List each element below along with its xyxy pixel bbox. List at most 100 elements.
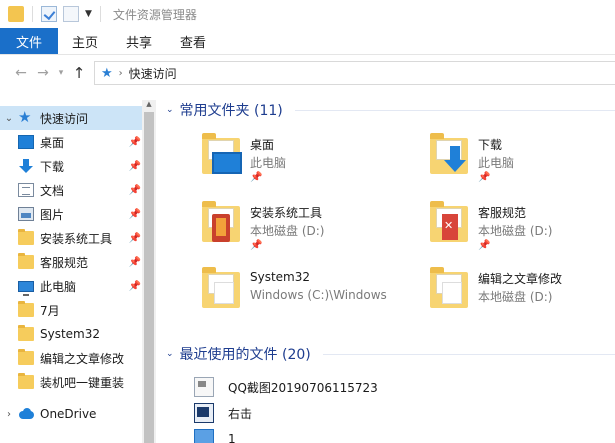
tile-name: 桌面: [250, 138, 275, 152]
tile-name: System32: [250, 270, 311, 284]
tile-name: 下载: [478, 138, 503, 152]
tile-install-tools[interactable]: 安装系统工具 本地磁盘 (D:) 📌: [202, 200, 422, 262]
nav-item-onedrive[interactable]: › OneDrive: [0, 402, 142, 426]
folder-icon: [18, 349, 34, 365]
scroll-thumb[interactable]: [144, 112, 154, 443]
tile-name: 编辑之文章修改: [478, 272, 563, 286]
recent-file-name: QQ截图20190706115723: [228, 380, 378, 395]
pin-icon[interactable]: 📌: [128, 185, 142, 196]
tile-desktop[interactable]: 桌面 此电脑 📌: [202, 132, 422, 194]
pin-icon[interactable]: 📌: [128, 209, 142, 220]
recent-file-item[interactable]: QQ截图20190706115723: [194, 376, 378, 398]
address-row: ← → ▾ ↑ ★ › 快速访问: [0, 56, 615, 90]
star-icon: [18, 108, 34, 126]
nav-item-pictures[interactable]: 图片 📌: [0, 202, 142, 226]
tile-name: 安装系统工具: [250, 206, 323, 220]
desktop-icon: [18, 135, 34, 149]
title-bar: ▼ 文件资源管理器: [0, 0, 615, 28]
pin-icon[interactable]: 📌: [128, 161, 142, 172]
image-file-icon: [194, 377, 214, 397]
nav-item-label: 下载: [40, 159, 65, 174]
desktop-folder-icon: [202, 133, 242, 174]
nav-item-install-tools[interactable]: 安装系统工具 📌: [0, 226, 142, 250]
group-title: 常用文件夹 (11): [179, 103, 283, 119]
nav-item-label: 快速访问: [40, 111, 89, 126]
tile-downloads[interactable]: 下载 此电脑 📌: [430, 132, 615, 194]
nav-item-documents[interactable]: 文档 📌: [0, 178, 142, 202]
nav-item-label: System32: [40, 327, 101, 341]
download-icon: [18, 159, 34, 173]
folder-icon: [18, 229, 34, 245]
nav-item-label: 客服规范: [40, 255, 89, 270]
tab-view[interactable]: 查看: [166, 28, 220, 54]
properties-check-icon[interactable]: [41, 6, 57, 22]
folder-icon: [18, 325, 34, 341]
recent-file-name: 右击: [228, 406, 253, 421]
navigation-pane: ⌄ 快速访问 桌面 📌 下载 📌 文档 📌 图片 📌 安装系统工具 📌 客服规范…: [0, 100, 156, 443]
chevron-right-icon[interactable]: ›: [0, 409, 18, 420]
nav-item-july[interactable]: 7月: [0, 298, 142, 322]
chevron-down-icon[interactable]: ⌄: [0, 113, 18, 124]
tab-home[interactable]: 主页: [58, 28, 112, 54]
back-arrow-icon[interactable]: ←: [10, 65, 32, 81]
nav-scrollbar[interactable]: ▲: [142, 100, 156, 443]
breadcrumb-chevron-icon[interactable]: ›: [119, 68, 123, 79]
scroll-up-arrow-icon[interactable]: ▲: [142, 100, 156, 112]
pin-icon: 📌: [478, 240, 491, 251]
tile-name: 客服规范: [478, 206, 527, 220]
tile-location: 此电脑: [250, 156, 287, 170]
group-divider: [294, 109, 615, 111]
folder-icon: [430, 267, 468, 308]
nav-item-label: 7月: [40, 303, 60, 318]
documents-icon: [18, 183, 34, 197]
nav-item-label: 编辑之文章修改: [40, 351, 125, 366]
recent-locations-chevron-down-icon[interactable]: ▾: [54, 68, 68, 78]
nav-item-this-pc[interactable]: 此电脑 📌: [0, 274, 142, 298]
pin-icon: 📌: [250, 240, 263, 251]
nav-item-article-edits[interactable]: 编辑之文章修改: [0, 346, 142, 370]
recent-file-name: 1: [228, 432, 236, 443]
new-folder-icon[interactable]: [63, 6, 79, 22]
pin-icon: 📌: [478, 172, 491, 183]
group-divider: [322, 353, 615, 355]
group-recent-files[interactable]: ⌄ 最近使用的文件 (20): [166, 344, 615, 364]
pin-icon[interactable]: 📌: [128, 233, 142, 244]
nav-item-reinstall[interactable]: 装机吧一键重装: [0, 370, 142, 394]
pin-icon[interactable]: 📌: [128, 281, 142, 292]
chevron-down-icon[interactable]: ⌄: [166, 105, 174, 115]
pin-icon[interactable]: 📌: [128, 257, 142, 268]
group-frequent-folders[interactable]: ⌄ 常用文件夹 (11): [166, 100, 615, 120]
office-folder-icon: [430, 201, 468, 242]
nav-item-label: 安装系统工具: [40, 231, 113, 246]
address-bar[interactable]: ★ › 快速访问: [94, 61, 615, 85]
tile-service-standards[interactable]: 客服规范 本地磁盘 (D:) 📌: [430, 200, 615, 262]
folder-icon: [18, 373, 34, 389]
explorer-folder-icon: [8, 6, 24, 22]
breadcrumb-quick-access[interactable]: 快速访问: [129, 65, 177, 82]
window-title: 文件资源管理器: [112, 7, 197, 22]
tile-system32[interactable]: System32 Windows (C:)\Windows: [202, 266, 422, 328]
nav-item-downloads[interactable]: 下载 📌: [0, 154, 142, 178]
tile-location: 本地磁盘 (D:): [478, 224, 553, 238]
tab-share[interactable]: 共享: [112, 28, 166, 54]
recent-file-item[interactable]: 1: [194, 428, 236, 443]
nav-item-service-standards[interactable]: 客服规范 📌: [0, 250, 142, 274]
tile-article-edits[interactable]: 编辑之文章修改 本地磁盘 (D:): [430, 266, 615, 328]
chevron-down-icon[interactable]: ⌄: [166, 349, 174, 359]
tile-location: Windows (C:)\Windows: [250, 288, 387, 302]
quick-access-toolbar: ▼: [0, 6, 103, 22]
toolbar-divider: [99, 6, 101, 22]
ribbon-tabs: 文件 主页 共享 查看: [0, 28, 615, 55]
up-arrow-icon[interactable]: ↑: [68, 64, 90, 82]
tab-file[interactable]: 文件: [0, 28, 59, 54]
forward-arrow-icon[interactable]: →: [32, 65, 54, 81]
tools-folder-icon: [202, 201, 240, 242]
nav-item-system32[interactable]: System32: [0, 322, 142, 346]
tile-location: 本地磁盘 (D:): [478, 290, 553, 304]
nav-item-label: OneDrive: [40, 407, 97, 421]
customize-toolbar-chevron-down-icon[interactable]: ▼: [85, 9, 92, 19]
recent-file-item[interactable]: 右击: [194, 402, 252, 424]
pin-icon[interactable]: 📌: [128, 137, 142, 148]
nav-item-quick-access[interactable]: ⌄ 快速访问: [0, 106, 142, 130]
nav-item-desktop[interactable]: 桌面 📌: [0, 130, 142, 154]
